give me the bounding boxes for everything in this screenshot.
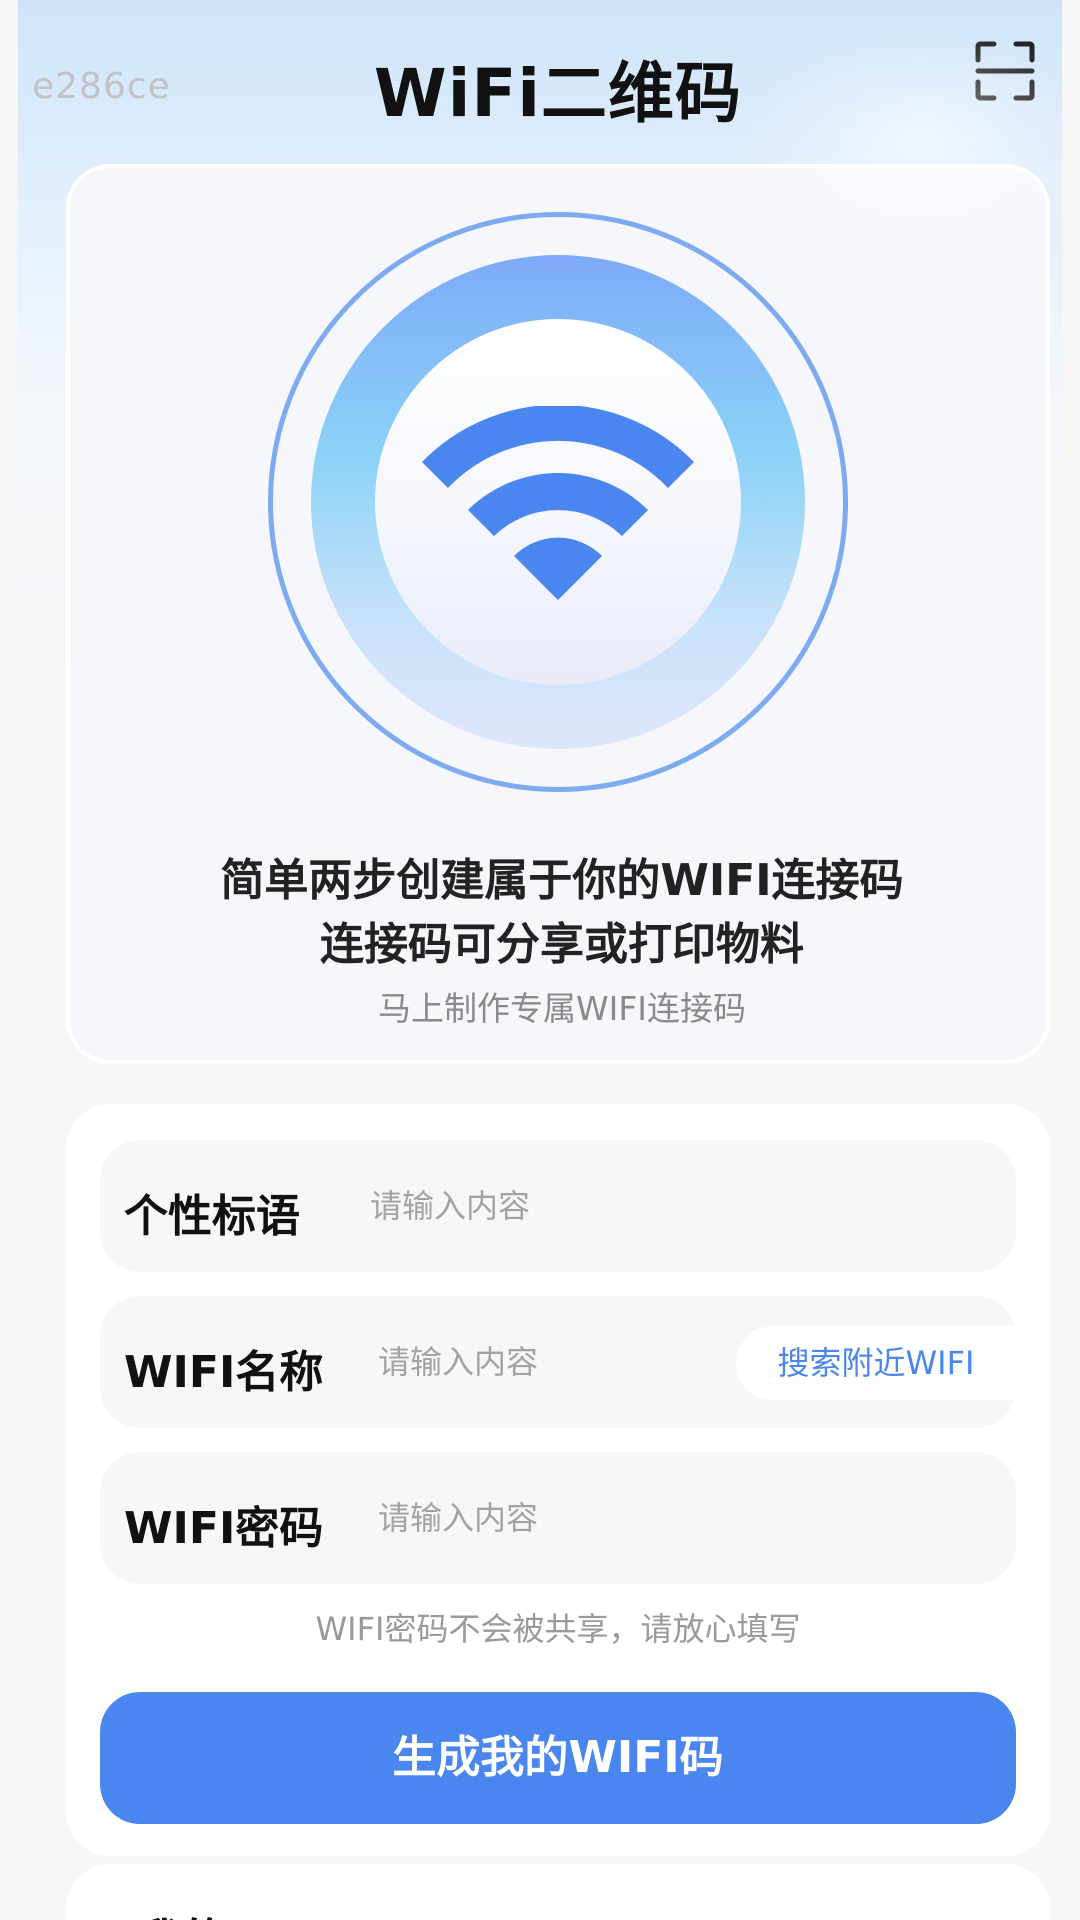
wifi-name-label: WIFI名称: [124, 1347, 324, 1398]
slogan-input[interactable]: [370, 1170, 970, 1242]
wifi-icon: [422, 406, 694, 600]
my-wifi-title: 我的WIFI: [138, 1904, 337, 1920]
wifi-password-label: WIFI密码: [124, 1503, 324, 1554]
hero-subtitle: 马上制作专属WIFI连接码: [377, 989, 747, 1028]
hero-headline: 简单两步创建属于你的WIFI连接码: [220, 855, 904, 906]
search-nearby-wifi-button[interactable]: 搜索附近WIFI: [736, 1326, 1016, 1400]
slogan-label: 个性标语: [124, 1191, 300, 1242]
wifi-form-card: 个性标语 WIFI名称 搜索附近WIFI WIFI密码 WIFI密码不会被共享，…: [66, 1104, 1050, 1856]
app-screen: e286ce WiFi二维码 简单两步创建属于你的WIFI连接码 连接码可分享或…: [18, 0, 1062, 1920]
wifi-password-input[interactable]: [378, 1482, 978, 1554]
hero-card: 简单两步创建属于你的WIFI连接码 连接码可分享或打印物料 马上制作专属WIFI…: [66, 164, 1050, 1064]
scan-button[interactable]: [974, 40, 1036, 102]
page-title: WiFi二维码: [373, 55, 743, 132]
hero-headline-2: 连接码可分享或打印物料: [320, 919, 804, 970]
wifi-name-input[interactable]: [378, 1326, 708, 1398]
scan-icon: [975, 41, 1035, 101]
wifi-password-field: WIFI密码: [100, 1452, 1016, 1584]
wifi-name-field: WIFI名称 搜索附近WIFI: [100, 1296, 1016, 1428]
password-privacy-hint: WIFI密码不会被共享，请放心填写: [315, 1610, 801, 1648]
slogan-field: 个性标语: [100, 1140, 1016, 1272]
generate-wifi-code-button[interactable]: 生成我的WIFI码: [100, 1692, 1016, 1824]
my-wifi-card: 我的WIFI: [66, 1864, 1050, 1920]
